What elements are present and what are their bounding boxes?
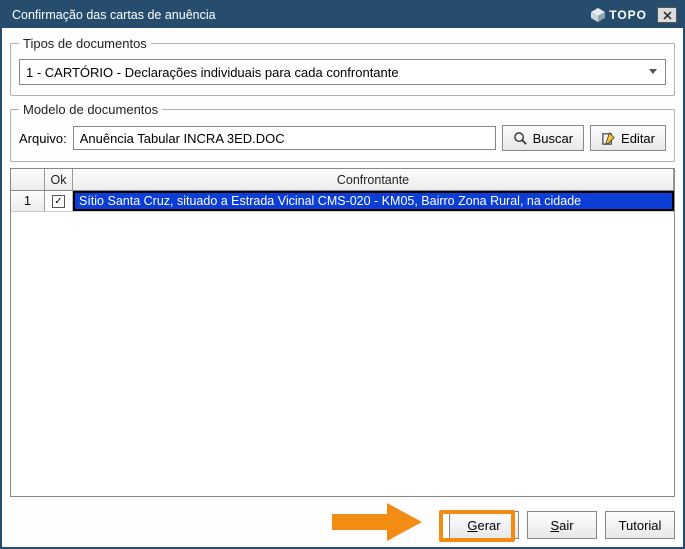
tipos-legend: Tipos de documentos [19,36,151,51]
row-number: 1 [11,191,45,211]
table-row[interactable]: 1 ✓ Sítio Santa Cruz, situado a Estrada … [11,191,674,212]
dialog-window: Confirmação das cartas de anuência TOPO … [0,0,685,549]
cube-icon [590,7,606,23]
editar-button[interactable]: Editar [590,125,666,151]
tipos-documentos-group: Tipos de documentos 1 - CARTÓRIO - Decla… [10,36,675,96]
modelo-legend: Modelo de documentos [19,102,162,117]
search-icon [513,131,528,146]
table-header: Ok Confrontante [11,169,674,191]
content-area: Tipos de documentos 1 - CARTÓRIO - Decla… [2,28,683,505]
arquivo-label: Arquivo: [19,131,67,146]
tutorial-label: Tutorial [619,518,662,533]
titlebar: Confirmação das cartas de anuência TOPO [2,2,683,28]
brand-logo: TOPO [590,7,647,23]
gerar-button[interactable]: Gerar [449,511,519,539]
confrontantes-table: Ok Confrontante 1 ✓ Sítio Santa Cruz, si… [10,168,675,497]
annotation-arrow-icon [332,501,422,543]
footer-bar: Gerar Sair Tutorial [2,505,683,547]
arquivo-input[interactable] [73,126,496,150]
sair-button[interactable]: Sair [527,511,597,539]
row-ok-cell[interactable]: ✓ [45,191,73,211]
tutorial-button[interactable]: Tutorial [605,511,675,539]
window-title: Confirmação das cartas de anuência [12,8,590,22]
modelo-documentos-group: Modelo de documentos Arquivo: Buscar [10,102,675,162]
edit-icon [601,131,616,146]
chevron-down-icon [649,69,657,74]
tipos-selected-text: 1 - CARTÓRIO - Declarações individuais p… [26,65,399,80]
col-header-ok: Ok [45,169,73,190]
close-button[interactable] [657,7,677,23]
gerar-rest: erar [478,518,501,533]
table-body: 1 ✓ Sítio Santa Cruz, situado a Estrada … [11,191,674,496]
ok-checkbox[interactable]: ✓ [52,195,65,208]
arquivo-row: Arquivo: Buscar Editar [19,125,666,151]
col-header-confrontante: Confrontante [73,169,674,190]
col-header-num [11,169,45,190]
sair-rest: air [559,518,573,533]
close-icon [663,11,672,20]
buscar-button[interactable]: Buscar [502,125,584,151]
tipos-documentos-combo[interactable]: 1 - CARTÓRIO - Declarações individuais p… [19,59,666,85]
row-confrontante-cell: Sítio Santa Cruz, situado a Estrada Vici… [73,191,674,211]
